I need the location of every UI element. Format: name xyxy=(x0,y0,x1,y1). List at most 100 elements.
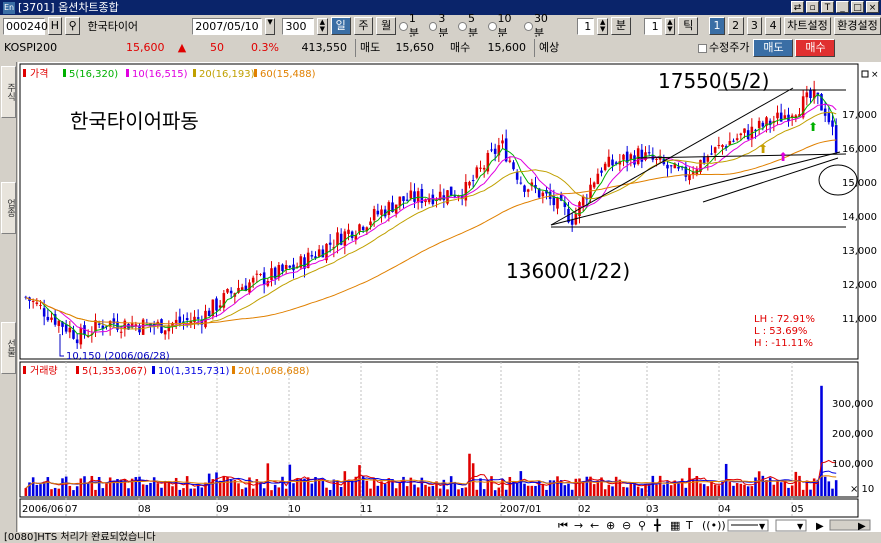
volume-bar xyxy=(651,475,655,496)
scroll-right-icon[interactable]: → xyxy=(574,519,583,532)
tick-button[interactable]: 틱 xyxy=(678,17,699,35)
tab-daily[interactable]: 일 xyxy=(330,17,351,35)
candle-body xyxy=(317,249,321,257)
date-label: 12 xyxy=(436,504,449,515)
candle-body xyxy=(251,277,255,283)
date-label: 08 xyxy=(138,504,151,515)
change-percent: 0.3% xyxy=(251,41,279,54)
volume-bar xyxy=(779,482,783,496)
dropdown-arrow-icon[interactable]: ▼ xyxy=(797,522,804,531)
current-price: 15,600 xyxy=(126,41,165,54)
volume-bar xyxy=(794,471,798,496)
sell-button[interactable]: 매도 xyxy=(753,39,794,57)
candle-body xyxy=(526,189,530,192)
search-button[interactable]: ⚲ xyxy=(64,17,81,35)
axis-close-icon[interactable]: × xyxy=(871,70,879,80)
minute-input[interactable]: 1 xyxy=(576,17,595,35)
maximize-icon[interactable]: □ xyxy=(851,1,864,13)
chart-settings-button[interactable]: 차트설정 xyxy=(783,17,831,35)
volume-bar xyxy=(713,484,717,496)
volume-bar xyxy=(746,486,750,496)
zoom-in-icon[interactable]: ⊕ xyxy=(606,519,615,532)
candle-body xyxy=(453,195,457,197)
count-input[interactable]: 300 xyxy=(282,17,314,35)
env-settings-button[interactable]: 환경설정 xyxy=(833,17,881,35)
status-bar: [0080]HTS 처리가 완료되었습니다 xyxy=(0,532,881,543)
candle-body xyxy=(801,96,805,118)
candle-body xyxy=(185,318,189,321)
scroll-left-end-icon[interactable]: ⏮ xyxy=(558,519,568,532)
minute-spinner-icon[interactable]: ▲ ▼ xyxy=(597,17,609,35)
price-tick: 14,000 xyxy=(842,212,877,223)
pin-icon[interactable]: ▫ xyxy=(806,1,819,13)
date-label: 11 xyxy=(360,504,373,515)
volume-bar xyxy=(757,471,761,496)
date-axis: 2006/06 07 08 09 10 11 12 2007/01 02 03 … xyxy=(22,504,804,515)
minute-button[interactable]: 분 xyxy=(611,17,631,35)
tick-spinner-icon[interactable]: ▲ ▼ xyxy=(664,17,676,35)
price-legend-label: 가격 xyxy=(30,67,48,80)
side-tab-sector[interactable]: 업종 xyxy=(1,182,16,234)
volume-tick: 100,000 xyxy=(832,459,873,470)
status-message: [0080]HTS 처리가 완료되었습니다 xyxy=(4,532,156,543)
dropdown-arrow-icon[interactable]: ▼ xyxy=(759,522,766,531)
price-tick: 11,000 xyxy=(842,314,877,325)
stock-code-input[interactable]: 000240 xyxy=(3,17,48,35)
price-bar: KOSPI200 15,600 ▲ 50 0.3% 413,550 매도 15,… xyxy=(0,37,881,59)
volume-bar xyxy=(259,482,262,496)
tab-weekly[interactable]: 주 xyxy=(353,17,374,35)
side-tab-futures[interactable]: 선물 xyxy=(1,322,16,374)
layout-button-4[interactable]: 4 xyxy=(765,17,781,35)
date-input[interactable]: 2007/05/10 xyxy=(192,17,262,35)
candle-body xyxy=(321,249,325,258)
tab-monthly[interactable]: 월 xyxy=(376,17,396,35)
volume-bar xyxy=(61,478,64,496)
play-icon[interactable]: ▶ xyxy=(816,521,824,532)
chart-area[interactable]: ⬆ ⬆ ⬆ 가격 5(16,320) 10(16,515) 20(16,193)… xyxy=(18,62,881,532)
candle-body xyxy=(259,274,262,276)
scroll-right-arrow-icon[interactable]: ▶ xyxy=(858,521,866,532)
tick-input[interactable]: 1 xyxy=(643,17,662,35)
volume-bar xyxy=(479,478,482,496)
text-tool-icon[interactable]: T xyxy=(685,519,693,532)
candle-body xyxy=(783,115,787,119)
count-spinner-icon[interactable]: ▲ ▼ xyxy=(316,17,328,35)
grid-icon[interactable]: ▦ xyxy=(670,519,680,532)
candle-body xyxy=(178,316,182,323)
candle-body xyxy=(163,330,167,335)
layout-button-3[interactable]: 3 xyxy=(746,17,763,35)
candle-body xyxy=(603,163,607,171)
ma5-legend: 5(16,320) xyxy=(69,69,118,80)
volume-bar xyxy=(424,484,427,496)
candle-body xyxy=(677,166,680,169)
volume-bar xyxy=(834,480,838,496)
crosshair-icon[interactable]: ╋ xyxy=(653,518,661,532)
zoom-out-icon[interactable]: ⊖ xyxy=(622,519,631,532)
layout-button-2[interactable]: 2 xyxy=(727,17,744,35)
price-volume-chart[interactable]: ⬆ ⬆ ⬆ 가격 5(16,320) 10(16,515) 20(16,193)… xyxy=(18,62,881,532)
volume-bar xyxy=(270,490,273,496)
axis-toggle-icon[interactable] xyxy=(861,70,869,78)
date-dropdown-icon[interactable]: ▼ xyxy=(264,17,276,35)
text-icon[interactable]: T xyxy=(821,1,834,13)
layout-button-1[interactable]: 1 xyxy=(709,17,725,35)
lower-trend-line-2 xyxy=(637,153,847,159)
volume-bar xyxy=(64,476,68,496)
candle-body xyxy=(556,197,559,209)
minimize-icon[interactable]: _ xyxy=(836,1,849,13)
buy-button[interactable]: 매수 xyxy=(795,39,836,57)
close-icon[interactable]: × xyxy=(866,1,879,13)
search-zoom-icon[interactable]: ⚲ xyxy=(638,519,646,532)
signal-icon[interactable]: ((•)) xyxy=(702,519,726,532)
adjusted-price-checkbox[interactable]: 수정주가 xyxy=(694,39,753,57)
candle-body xyxy=(46,316,50,321)
h-button[interactable]: H xyxy=(48,17,62,35)
date-label: 09 xyxy=(216,504,229,515)
link-icon[interactable]: ⇄ xyxy=(791,1,804,13)
candle-body xyxy=(207,310,211,317)
volume-bar xyxy=(622,486,625,496)
volume-bar xyxy=(86,483,90,496)
candle-body xyxy=(288,265,292,268)
scroll-left-icon[interactable]: ← xyxy=(590,519,599,532)
side-tab-stock[interactable]: 주식 xyxy=(1,66,16,118)
